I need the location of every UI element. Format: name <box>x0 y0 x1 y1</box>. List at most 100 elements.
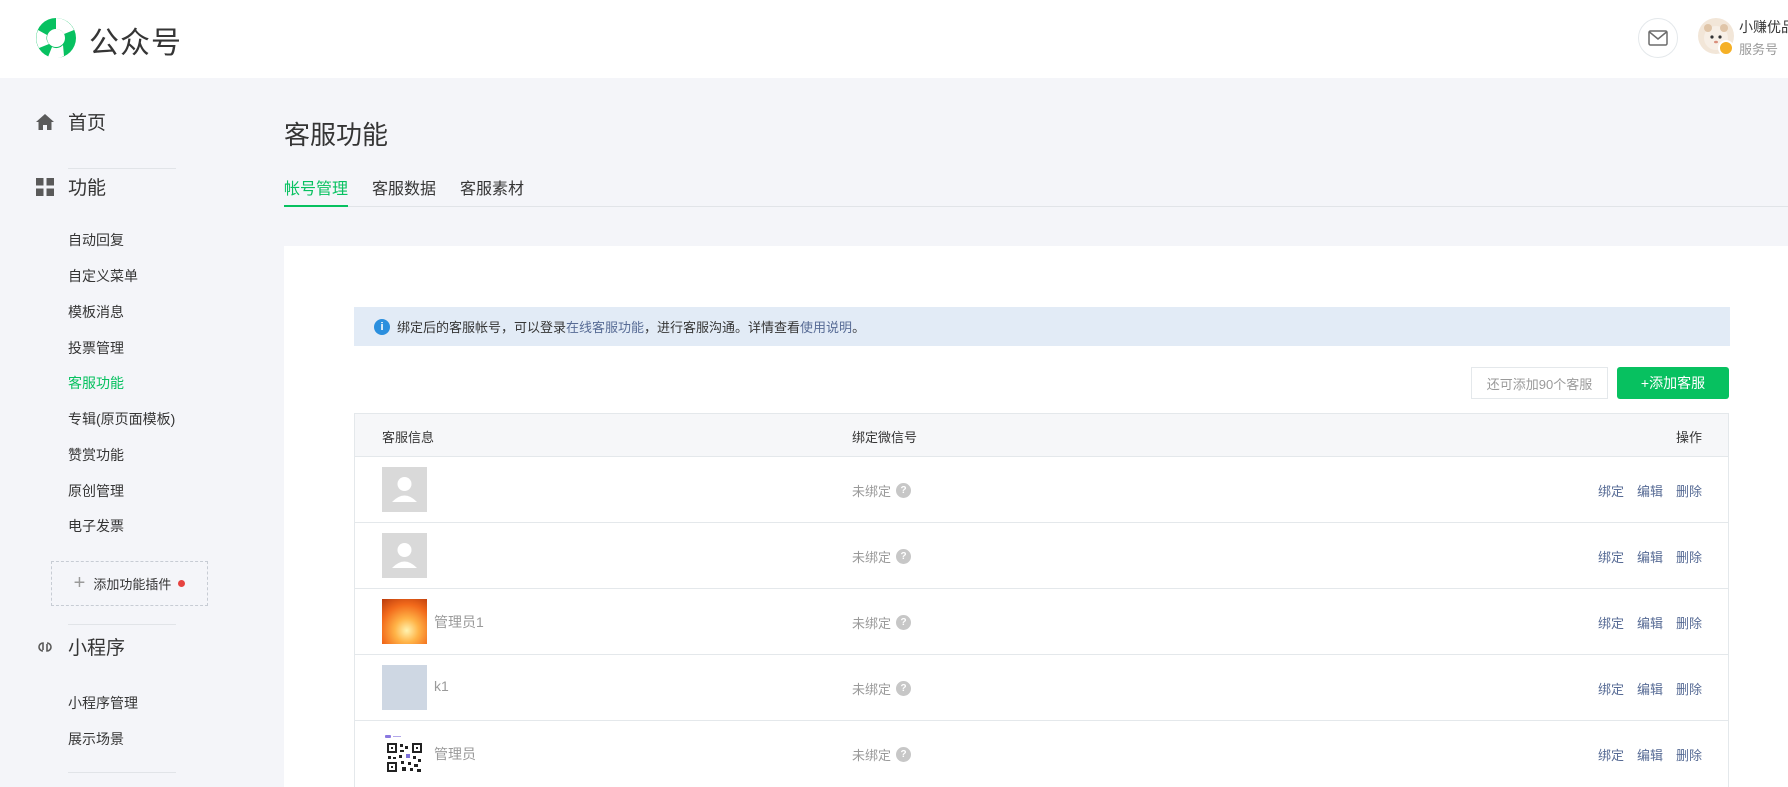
help-icon[interactable]: ? <box>896 483 912 498</box>
help-icon[interactable]: ? <box>896 681 912 696</box>
remaining-quota: 还可添加90个客服 <box>1471 367 1608 399</box>
bind-status-text: 未绑定 <box>852 748 892 763</box>
sidebar-item-reward[interactable]: 赞赏功能 <box>68 445 124 465</box>
sidebar-item-miniprogram[interactable]: 小程序 <box>34 633 125 660</box>
row-actions: 绑定 编辑 删除 <box>1585 613 1702 632</box>
usage-guide-link[interactable]: 使用说明 <box>800 317 852 336</box>
edit-link[interactable]: 编辑 <box>1637 550 1663 565</box>
link-icon <box>34 636 56 658</box>
add-plugin-button[interactable]: + 添加功能插件 <box>51 561 208 606</box>
service-name: k1 <box>434 678 449 694</box>
column-header-info: 客服信息 <box>382 430 435 445</box>
help-icon[interactable]: ? <box>896 747 912 762</box>
brand-title[interactable]: 公众号 <box>89 18 182 62</box>
table-header: 客服信息 绑定微信号 操作 <box>355 414 1728 457</box>
help-icon[interactable]: ? <box>896 615 912 630</box>
sidebar-item-display-scene[interactable]: 展示场景 <box>68 729 124 749</box>
sidebar-item-e-invoice[interactable]: 电子发票 <box>68 516 124 536</box>
service-account-table: 客服信息 绑定微信号 操作 未绑定 ? 绑定 编辑 删除 未绑定 ? 绑定 编辑 删除 <box>354 413 1729 787</box>
sidebar-item-album[interactable]: 专辑(原页面模板) <box>68 409 175 429</box>
info-notice: i 绑定后的客服帐号，可以登录 在线客服功能 ，进行客服沟通。详情查看 使用说明… <box>354 307 1730 346</box>
tab-account-management[interactable]: 帐号管理 <box>284 175 349 207</box>
bind-link[interactable]: 绑定 <box>1598 682 1624 697</box>
sidebar-item-original[interactable]: 原创管理 <box>68 481 124 501</box>
bind-link[interactable]: 绑定 <box>1598 484 1624 499</box>
service-name: 管理员 <box>434 746 476 762</box>
row-actions: 绑定 编辑 删除 <box>1585 745 1702 764</box>
delete-link[interactable]: 删除 <box>1676 616 1702 631</box>
help-icon[interactable]: ? <box>896 549 912 564</box>
delete-link[interactable]: 删除 <box>1676 748 1702 763</box>
bind-status: 未绑定 ? <box>852 745 912 764</box>
bind-status-text: 未绑定 <box>852 682 892 697</box>
sidebar-item-custom-menu[interactable]: 自定义菜单 <box>68 266 138 286</box>
bind-status-text: 未绑定 <box>852 616 892 631</box>
column-header-wechat: 绑定微信号 <box>852 430 918 445</box>
message-button[interactable] <box>1638 18 1678 58</box>
blank-avatar-icon <box>382 665 427 710</box>
online-service-link[interactable]: 在线客服功能 <box>566 317 644 336</box>
home-icon <box>34 111 56 133</box>
sidebar-item-template-message[interactable]: 模板消息 <box>68 302 124 322</box>
bind-link[interactable]: 绑定 <box>1598 748 1624 763</box>
add-service-button[interactable]: +添加客服 <box>1617 367 1729 399</box>
sidebar-item-label: 小程序 <box>68 638 126 659</box>
default-avatar-icon <box>382 467 427 512</box>
sidebar-item-features[interactable]: 功能 <box>34 173 106 200</box>
sidebar-divider <box>68 624 176 625</box>
sidebar-item-label: 功能 <box>68 178 107 199</box>
service-name: 管理员1 <box>434 614 484 630</box>
bind-status: 未绑定 ? <box>852 547 912 566</box>
tab-service-material[interactable]: 客服素材 <box>460 175 524 207</box>
sidebar-item-auto-reply[interactable]: 自动回复 <box>68 230 124 250</box>
sidebar-divider <box>68 168 176 169</box>
bind-status-text: 未绑定 <box>852 484 892 499</box>
bind-status: 未绑定 ? <box>852 481 912 500</box>
info-icon: i <box>374 318 390 335</box>
edit-link[interactable]: 编辑 <box>1637 616 1663 631</box>
row-actions: 绑定 编辑 删除 <box>1585 481 1702 500</box>
table-row: 未绑定 ? 绑定 编辑 删除 <box>355 457 1728 523</box>
default-avatar-icon <box>382 533 427 578</box>
bind-status: 未绑定 ? <box>852 613 912 632</box>
delete-link[interactable]: 删除 <box>1676 682 1702 697</box>
sidebar-item-miniprogram-manage[interactable]: 小程序管理 <box>68 693 138 713</box>
bind-link[interactable]: 绑定 <box>1598 550 1624 565</box>
grid-icon <box>34 176 56 198</box>
column-header-actions: 操作 <box>1675 430 1702 445</box>
verified-badge-icon <box>1718 40 1734 56</box>
row-actions: 绑定 编辑 删除 <box>1585 679 1702 698</box>
bind-status-text: 未绑定 <box>852 550 892 565</box>
account-name[interactable]: 小赚优品 <box>1739 17 1788 37</box>
notice-text: ，进行客服沟通。详情查看 <box>644 320 801 335</box>
notice-text: 绑定后的客服帐号，可以登录 <box>397 320 567 335</box>
bind-status: 未绑定 ? <box>852 679 912 698</box>
mail-icon <box>1648 30 1668 46</box>
page-title: 客服功能 <box>284 120 389 150</box>
edit-link[interactable]: 编辑 <box>1637 682 1663 697</box>
plus-icon: + <box>73 572 86 594</box>
sidebar: 首页 功能 自动回复 自定义菜单 模板消息 投票管理 客服功能 专辑(原页面模板… <box>0 78 250 787</box>
table-row: 管理员1 未绑定 ? 绑定 编辑 删除 <box>355 589 1728 655</box>
edit-link[interactable]: 编辑 <box>1637 484 1663 499</box>
table-row: 未绑定 ? 绑定 编辑 删除 <box>355 523 1728 589</box>
tab-bar: 帐号管理 客服数据 客服素材 <box>284 175 1788 207</box>
tab-service-data[interactable]: 客服数据 <box>372 175 436 207</box>
add-plugin-label: 添加功能插件 <box>93 577 172 592</box>
sidebar-divider <box>68 772 176 773</box>
sidebar-item-customer-service[interactable]: 客服功能 <box>68 373 124 393</box>
qrcode-avatar-icon <box>382 731 427 776</box>
table-row: 管理员 未绑定 ? 绑定 编辑 删除 <box>355 721 1728 787</box>
sunset-avatar-icon <box>382 599 427 644</box>
sidebar-item-vote[interactable]: 投票管理 <box>68 338 124 358</box>
notice-text: 。 <box>852 320 866 335</box>
bind-link[interactable]: 绑定 <box>1598 616 1624 631</box>
sidebar-item-home[interactable]: 首页 <box>34 108 106 135</box>
wechat-official-logo-icon[interactable] <box>34 16 78 60</box>
delete-link[interactable]: 删除 <box>1676 484 1702 499</box>
account-type: 服务号 <box>1739 42 1779 57</box>
edit-link[interactable]: 编辑 <box>1637 748 1663 763</box>
table-row: k1 未绑定 ? 绑定 编辑 删除 <box>355 655 1728 721</box>
new-dot-icon <box>178 580 186 587</box>
delete-link[interactable]: 删除 <box>1676 550 1702 565</box>
